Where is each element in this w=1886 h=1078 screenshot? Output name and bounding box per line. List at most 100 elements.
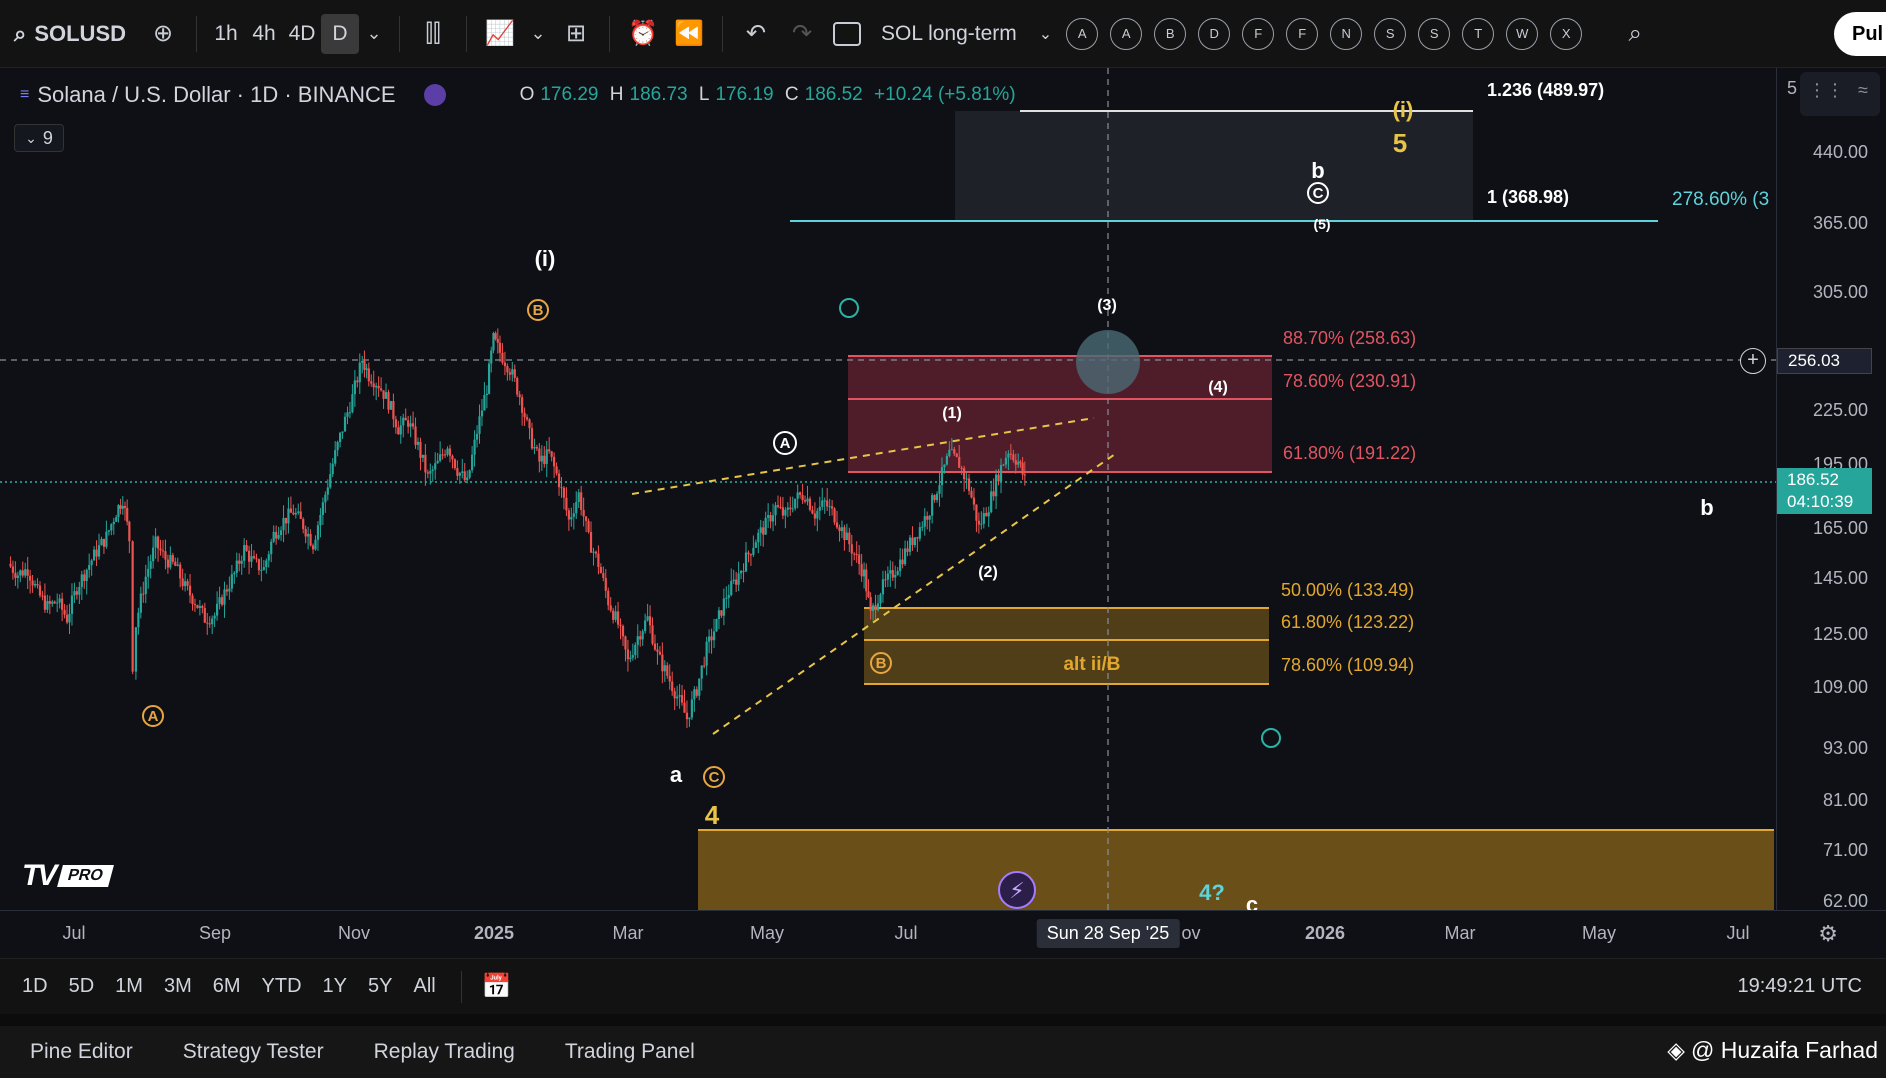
candle-body bbox=[307, 533, 310, 537]
candle-body bbox=[80, 574, 83, 588]
compare-symbol-button[interactable]: ⊕ bbox=[140, 14, 186, 54]
alert-circle-x[interactable]: X bbox=[1550, 17, 1583, 50]
candle-body bbox=[853, 553, 856, 555]
interval-4h[interactable]: 4h bbox=[245, 14, 283, 54]
gear-icon[interactable]: ⚙ bbox=[1818, 921, 1838, 947]
drawing-toolbar-handle[interactable]: ⋮⋮ ≈ bbox=[1800, 72, 1880, 116]
candle-body bbox=[245, 545, 248, 551]
alert-circle-s[interactable]: S bbox=[1374, 17, 1407, 50]
layouts-button[interactable]: ⊞ bbox=[553, 14, 599, 54]
interval-1h[interactable]: 1h bbox=[207, 14, 245, 54]
candle-body bbox=[302, 518, 305, 529]
layout-name-button[interactable]: SOL long-term ⌄ bbox=[825, 14, 1060, 54]
candle-body bbox=[134, 627, 138, 672]
redo-button[interactable]: ↷ bbox=[779, 14, 825, 54]
candle-body bbox=[339, 432, 342, 442]
price-axis[interactable]: 5 440.00 365.00 305.00 225.00 195.00 165… bbox=[1776, 68, 1886, 910]
interval-dropdown[interactable]: ⌄ bbox=[359, 14, 389, 54]
alert-circle-w[interactable]: W bbox=[1506, 17, 1539, 50]
candle-body bbox=[735, 579, 738, 585]
candle-body bbox=[326, 487, 329, 495]
time-axis[interactable]: Jul Sep Nov 2025 Mar May Jul ov 2026 Mar… bbox=[0, 910, 1886, 958]
candle-body bbox=[14, 572, 17, 578]
candle-body bbox=[404, 417, 407, 421]
alert-circle-d[interactable]: D bbox=[1198, 17, 1231, 50]
undo-button[interactable]: ↶ bbox=[733, 14, 779, 54]
candle-body bbox=[545, 449, 548, 464]
tab-trading-panel[interactable]: Trading Panel bbox=[565, 1040, 695, 1064]
indicators-dropdown[interactable]: ⌄ bbox=[523, 14, 553, 54]
range-1m[interactable]: 1M bbox=[115, 975, 143, 998]
candle-body bbox=[314, 539, 317, 550]
candle-body bbox=[676, 696, 679, 699]
alert-circle-f[interactable]: F bbox=[1286, 17, 1319, 50]
range-1y[interactable]: 1Y bbox=[323, 975, 347, 998]
candle-body bbox=[577, 492, 580, 503]
chart-pane[interactable]: B A C A B C (i) (i) 5 b (5) (3) (4) (1) … bbox=[0, 68, 1776, 910]
interval-d[interactable]: D bbox=[321, 13, 360, 54]
candle-body bbox=[184, 581, 187, 587]
candle-body bbox=[572, 513, 575, 517]
publish-button[interactable]: Pul bbox=[1834, 12, 1886, 56]
chart-canvas[interactable]: B A C A B C (i) (i) 5 b (5) (3) (4) (1) … bbox=[0, 68, 1776, 910]
candle-body bbox=[262, 567, 265, 570]
legend-ohlc: O 176.29 H 186.73 L 176.19 C 186.52 +10.24 (… bbox=[520, 84, 1022, 106]
price-label: 305.00 bbox=[1812, 282, 1868, 302]
indicators-collapse-button[interactable]: ⌄ 9 bbox=[14, 124, 64, 152]
legend-title[interactable]: Solana / U.S. Dollar · 1D · BINANCE bbox=[37, 82, 395, 108]
wave-label-5-paren: (5) bbox=[1313, 216, 1330, 232]
chart-type-button[interactable]: ⫿⫿ bbox=[410, 14, 456, 54]
candle-body bbox=[636, 636, 639, 645]
tab-replay-trading[interactable]: Replay Trading bbox=[374, 1040, 515, 1064]
range-5d[interactable]: 5D bbox=[69, 975, 95, 998]
utc-clock[interactable]: 19:49:21 UTC bbox=[1737, 975, 1862, 998]
candle-body bbox=[331, 463, 334, 475]
symbol-search-button[interactable]: ⌕ SOLUSD bbox=[12, 14, 140, 54]
quick-search-button[interactable]: ⌕ bbox=[1612, 14, 1658, 54]
range-1d[interactable]: 1D bbox=[22, 975, 48, 998]
candle-body bbox=[850, 544, 853, 554]
candle-body bbox=[513, 369, 516, 378]
range-all[interactable]: All bbox=[413, 975, 435, 998]
tab-strategy-tester[interactable]: Strategy Tester bbox=[183, 1040, 324, 1064]
undo-icon: ↶ bbox=[745, 20, 767, 47]
range-3m[interactable]: 3M bbox=[164, 975, 192, 998]
go-to-date-button[interactable]: 📅 bbox=[482, 972, 512, 1001]
candle-body bbox=[799, 492, 802, 495]
alert-circle-b[interactable]: B bbox=[1154, 17, 1187, 50]
interval-4d[interactable]: 4D bbox=[283, 14, 321, 54]
link-icon[interactable] bbox=[423, 84, 446, 106]
candle-body bbox=[284, 517, 288, 524]
layout-square-icon bbox=[833, 21, 862, 46]
close-value: 186.52 bbox=[804, 84, 863, 105]
candle-body bbox=[380, 388, 383, 391]
candle-body bbox=[533, 447, 536, 449]
candle-body bbox=[621, 625, 625, 637]
candle-body bbox=[521, 397, 524, 413]
chevron-down-icon: ⌄ bbox=[25, 129, 37, 146]
alert-circle-f[interactable]: F bbox=[1242, 17, 1275, 50]
range-5y[interactable]: 5Y bbox=[368, 975, 392, 998]
candle-body bbox=[235, 560, 238, 573]
tab-pine-editor[interactable]: Pine Editor bbox=[30, 1040, 133, 1064]
alert-circle-s[interactable]: S bbox=[1418, 17, 1451, 50]
alert-circle-n[interactable]: N bbox=[1330, 17, 1363, 50]
add-alert-plus-icon[interactable]: + bbox=[1740, 348, 1766, 374]
alert-circle-t[interactable]: T bbox=[1462, 17, 1495, 50]
price-label: 93.00 bbox=[1822, 738, 1868, 758]
candle-body bbox=[156, 536, 160, 549]
candle-body bbox=[678, 695, 681, 697]
candle-body bbox=[75, 591, 78, 595]
candle-body bbox=[279, 530, 283, 536]
alert-button[interactable]: ⏰ bbox=[620, 14, 666, 54]
low-value: 176.19 bbox=[715, 84, 774, 105]
replay-button[interactable]: ⏪ bbox=[666, 14, 712, 54]
candle-body bbox=[982, 513, 985, 524]
alert-circle-a[interactable]: A bbox=[1066, 17, 1099, 50]
indicators-button[interactable]: 📈 bbox=[477, 14, 523, 54]
range-6m[interactable]: 6M bbox=[213, 975, 241, 998]
range-ytd[interactable]: YTD bbox=[262, 975, 302, 998]
alert-circle-a[interactable]: A bbox=[1110, 17, 1143, 50]
price-label: 165.00 bbox=[1812, 518, 1868, 538]
legend-menu-icon[interactable]: ≡ bbox=[20, 86, 29, 104]
